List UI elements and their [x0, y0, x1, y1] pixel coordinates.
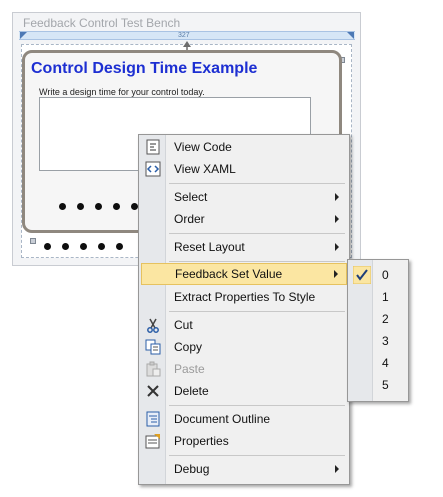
menu-item-reset-layout[interactable]: Reset Layout: [141, 236, 347, 258]
menu-item-debug[interactable]: Debug: [141, 458, 347, 480]
dot: [80, 243, 87, 250]
menu-item-copy[interactable]: Copy: [141, 336, 347, 358]
control-subtitle: Write a design time for your control tod…: [39, 87, 205, 97]
menu-item-label: View XAML: [174, 162, 236, 176]
menu-item-view-xaml[interactable]: View XAML: [141, 158, 347, 180]
submenu-item-1[interactable]: 1: [350, 286, 406, 308]
submenu-arrow-icon: [335, 465, 339, 473]
menu-item-label: Properties: [174, 434, 229, 448]
paste-icon: [146, 361, 161, 377]
menu-separator: [169, 311, 345, 312]
menu-item-view-code[interactable]: View Code: [141, 136, 347, 158]
menu-separator: [169, 261, 345, 262]
submenu-item-4[interactable]: 4: [350, 352, 406, 374]
submenu-arrow-icon: [335, 243, 339, 251]
scissors-icon: [147, 318, 159, 333]
feedback-value-submenu: 0 1 2 3 4 5: [347, 259, 409, 402]
menu-item-extract-properties[interactable]: Extract Properties To Style: [141, 286, 347, 308]
menu-item-label: Cut: [174, 318, 193, 332]
context-menu: View Code View XAML Select Order Reset L…: [138, 134, 350, 485]
submenu-arrow-icon: [335, 215, 339, 223]
menu-item-properties[interactable]: Properties: [141, 430, 347, 452]
menu-item-document-outline[interactable]: Document Outline: [141, 408, 347, 430]
menu-item-label: Copy: [174, 340, 203, 354]
menu-item-label: Debug: [174, 462, 210, 476]
dot: [62, 243, 69, 250]
submenu-arrow-icon: [335, 193, 339, 201]
menu-item-paste: Paste: [141, 358, 347, 380]
submenu-item-label: 0: [382, 268, 389, 282]
menu-item-label: Order: [174, 212, 205, 226]
canvas-handle-bl[interactable]: [30, 238, 36, 244]
dot: [113, 203, 120, 210]
menu-separator: [169, 405, 345, 406]
menu-item-label: Document Outline: [174, 412, 271, 426]
view-xaml-icon: [145, 161, 161, 177]
submenu-item-label: 4: [382, 356, 389, 370]
menu-separator: [169, 183, 345, 184]
dot: [77, 203, 84, 210]
menu-separator: [169, 233, 345, 234]
ruler-left-marker-icon: [20, 32, 27, 39]
menu-item-label: Select: [174, 190, 208, 204]
checkmark-icon: [353, 266, 371, 284]
submenu-item-label: 5: [382, 378, 389, 392]
menu-item-label: Reset Layout: [174, 240, 245, 254]
dot: [95, 203, 102, 210]
menu-separator: [169, 455, 345, 456]
menu-item-order[interactable]: Order: [141, 208, 347, 230]
submenu-item-5[interactable]: 5: [350, 374, 406, 396]
menu-item-feedback-set-value[interactable]: Feedback Set Value: [141, 263, 347, 285]
submenu-item-2[interactable]: 2: [350, 308, 406, 330]
submenu-item-3[interactable]: 3: [350, 330, 406, 352]
ruler-right-marker-icon: [347, 32, 354, 39]
menu-item-select[interactable]: Select: [141, 186, 347, 208]
dot: [59, 203, 66, 210]
delete-icon: [147, 385, 159, 397]
view-code-icon: [146, 139, 160, 155]
properties-icon: [145, 434, 160, 449]
submenu-item-label: 1: [382, 290, 389, 304]
submenu-item-label: 3: [382, 334, 389, 348]
dot: [131, 203, 138, 210]
submenu-item-label: 2: [382, 312, 389, 326]
dot: [116, 243, 123, 250]
menu-item-cut[interactable]: Cut: [141, 314, 347, 336]
menu-item-label: Extract Properties To Style: [174, 290, 316, 304]
submenu-item-0[interactable]: 0: [350, 264, 406, 286]
document-outline-icon: [146, 411, 160, 427]
control-title: Control Design Time Example: [31, 60, 258, 77]
menu-item-label: Feedback Set Value: [175, 267, 283, 281]
submenu-arrow-icon: [334, 270, 338, 278]
ruler-width-label: 327: [178, 32, 190, 39]
menu-item-delete[interactable]: Delete: [141, 380, 347, 402]
dot: [44, 243, 51, 250]
menu-item-label: Delete: [174, 384, 209, 398]
copy-icon: [145, 339, 161, 355]
menu-item-label: Paste: [174, 362, 205, 376]
menu-item-label: View Code: [174, 140, 232, 154]
window-title: Feedback Control Test Bench: [23, 16, 181, 30]
dot: [98, 243, 105, 250]
